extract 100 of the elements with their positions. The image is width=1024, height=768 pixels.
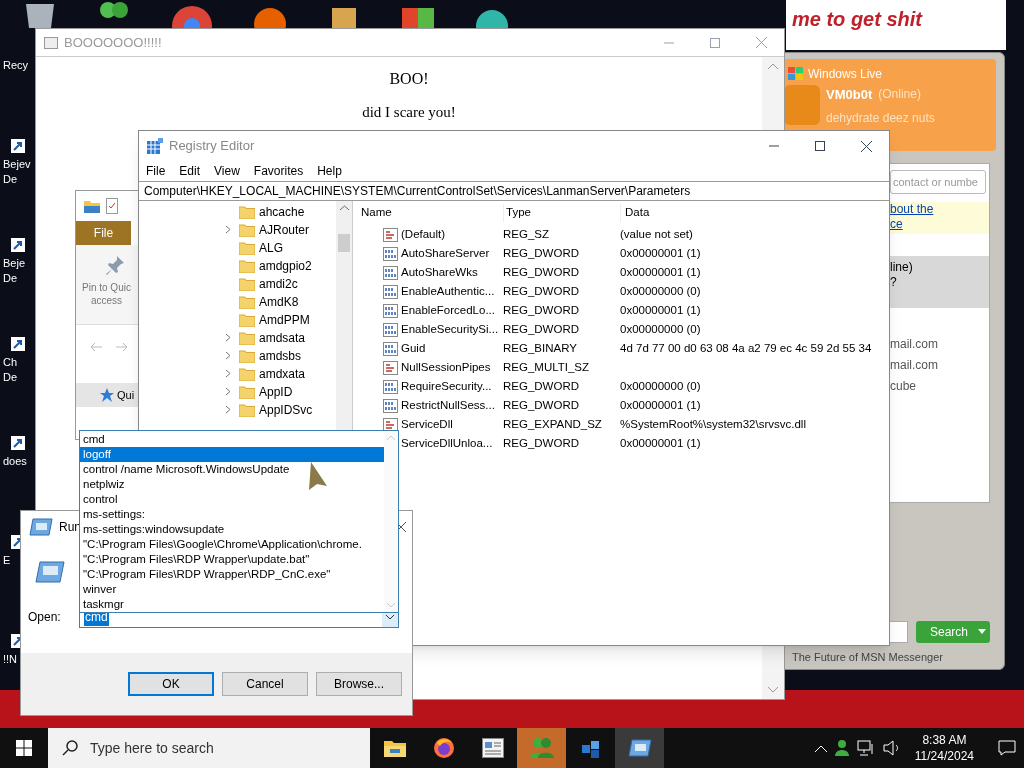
scroll-up-icon[interactable] [339,205,349,210]
close-icon[interactable] [860,140,872,152]
notice-link[interactable]: bout the [890,202,989,217]
pin-button-label[interactable]: Pin to Quic [82,281,131,294]
value-name[interactable]: EnableAuthentic... [401,282,503,301]
value-name[interactable]: RequireSecurity... [401,377,503,396]
tree-item[interactable]: ahcache [259,203,305,221]
scroll-up-icon[interactable] [768,63,778,69]
binary-value-icon [383,303,398,318]
tree-item[interactable]: amdsbs [259,347,302,365]
menu-item[interactable]: Favorites [253,162,304,180]
column-header[interactable]: Data [620,204,650,222]
value-data: 0x00000001 (1) [620,264,701,280]
dialog-button[interactable]: Browse... [316,672,402,696]
notice-link[interactable]: ce [890,217,989,232]
shortcut-icon[interactable] [11,139,25,153]
chevron-up-icon[interactable] [814,744,827,752]
desktop-icon-label[interactable]: Ch [3,355,18,370]
tree-item[interactable]: amdi2c [259,275,298,293]
run-window-icon[interactable] [29,518,53,536]
menu-item[interactable]: View [214,162,240,180]
value-name[interactable]: AutoShareServer [401,244,503,263]
tree-item[interactable]: ALG [259,239,283,257]
desktop-icon-label[interactable]: does [3,454,27,469]
person-icon[interactable] [834,740,849,756]
contact-search-field[interactable]: contact or numbe [890,170,986,194]
value-name[interactable]: NullSessionPipes [401,358,503,377]
desktop-icon-label[interactable]: E [3,553,11,568]
history-item[interactable]: cmd [80,432,384,447]
scroll-down-icon[interactable] [768,687,778,693]
tree-item[interactable]: AJRouter [259,221,310,239]
address-bar[interactable]: Computer\HKEY_LOCAL_MACHINE\SYSTEM\CurrentControlSet\Services\LanmanServer\Parameters [139,181,889,201]
run-window-icon[interactable] [627,739,652,757]
menu-item[interactable]: File [146,162,166,180]
document-window-icon[interactable] [481,738,504,758]
column-header[interactable]: Name [353,204,503,222]
browser-icon[interactable] [432,737,455,759]
maximize-icon[interactable] [815,141,825,151]
volume-icon[interactable] [882,740,901,756]
file-tab[interactable]: File [76,221,131,245]
tree-item[interactable]: AmdPPM [259,311,310,329]
contact-entry[interactable]: cube [890,376,989,397]
folder-icon[interactable] [383,739,406,757]
desktop-icon-label[interactable]: !!N [3,652,18,667]
value-name[interactable]: (Default) [401,225,503,244]
contact-entry[interactable]: mail.com [890,355,989,376]
menu-item[interactable]: Help [317,162,342,180]
history-item[interactable]: netplwiz [80,477,384,492]
folder-icon [239,403,255,417]
search-placeholder: Type here to search [90,738,214,758]
value-name[interactable]: EnableSecuritySi... [401,320,503,339]
history-item[interactable]: control /name Microsoft.WindowsUpdate [80,462,384,477]
history-item[interactable]: "C:\Program Files\RDP Wrapper\update.bat" [80,552,384,567]
history-item[interactable]: logoff [80,447,384,462]
taskbar-search-field[interactable]: Type here to search [48,728,370,768]
column-header[interactable]: Type [503,204,620,222]
dialog-button[interactable]: OK [128,672,214,696]
taskbar-app[interactable] [615,728,664,768]
desktop-icon-label[interactable]: De [3,172,18,187]
history-item[interactable]: ms-settings:windowsupdate [80,522,384,537]
history-item[interactable]: control [80,492,384,507]
value-name[interactable]: EnableForcedLo... [401,301,503,320]
scroll-thumb[interactable] [338,234,350,252]
tree-item[interactable]: amdxata [259,365,306,383]
tree-item[interactable]: AppID [259,383,293,401]
folder-icon [239,205,255,219]
clock-date[interactable]: 11/24/2024 [914,748,974,764]
search-input[interactable] [888,620,908,643]
network-icon[interactable] [856,740,875,756]
dialog-button[interactable]: Cancel [222,672,308,696]
desktop-icon-label[interactable]: Beje [3,256,26,271]
menu-item[interactable]: Edit [179,162,201,180]
expand-chevron-icon[interactable] [225,225,231,234]
tree-item[interactable]: amdsata [259,329,306,347]
notifications-icon[interactable] [998,740,1016,756]
history-item[interactable]: winver [80,582,384,597]
desktop-icon-label[interactable]: Recy [3,58,29,73]
tree-item[interactable]: AppIDSvc [259,401,313,419]
windows-logo-icon [16,740,32,756]
shortcut-icon[interactable] [11,436,25,450]
clock-time[interactable]: 8:38 AM [922,732,967,748]
shortcut-icon[interactable] [11,337,25,351]
desktop-icon-label[interactable]: Bejev [3,157,31,172]
history-item[interactable]: "C:\Program Files\RDP Wrapper\RDP_CnC.exe" [80,567,384,582]
value-name[interactable]: ServiceDll [401,415,503,434]
history-item[interactable]: ms-settings: [80,507,384,522]
value-name[interactable]: AutoShareWks [401,263,503,282]
desktop-icon-label[interactable]: De [3,370,18,385]
value-name[interactable]: RestrictNullSess... [401,396,503,415]
shortcut-icon[interactable] [11,238,25,252]
contact-entry[interactable]: mail.com [890,334,989,355]
value-name[interactable]: Guid [401,339,503,358]
banner-text: me to get shit [792,7,922,32]
value-name[interactable]: ServiceDllUnloa... [401,434,503,453]
history-item[interactable]: "C:\Program Files\Google\Chrome\Application\chrome. [80,537,384,552]
tree-item[interactable]: AmdK8 [259,293,299,311]
tree-item[interactable]: amdgpio2 [259,257,312,275]
value-data: 0x00000001 (1) [620,302,701,318]
pin-button-label[interactable]: access [90,294,122,307]
desktop-icon-label[interactable]: De [3,271,18,286]
